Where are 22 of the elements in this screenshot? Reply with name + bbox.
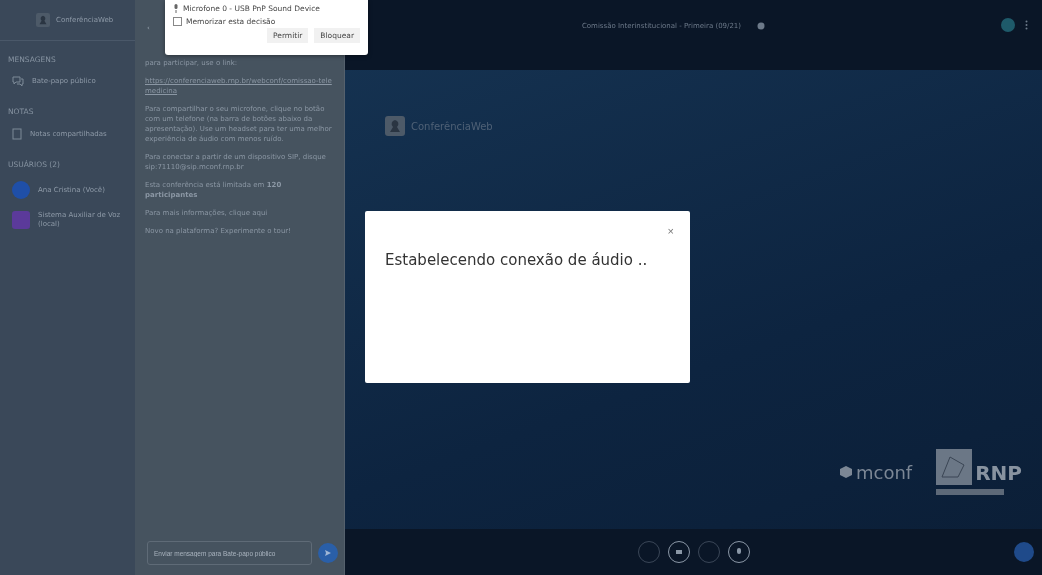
microphone-icon [173, 4, 179, 13]
rnp-logo-text: RNP [975, 461, 1022, 485]
send-icon [324, 549, 332, 557]
logo-icon [385, 116, 405, 136]
presentation-logo-text: ConferênciaWeb [411, 120, 493, 132]
mconf-logo-text: mconf [856, 461, 913, 483]
layout-button[interactable] [1014, 542, 1034, 562]
logo-banner [936, 489, 1005, 495]
send-button[interactable] [318, 543, 338, 563]
note-icon [12, 128, 22, 140]
rnp-logo-icon [936, 449, 973, 485]
microphone-icon [734, 547, 743, 557]
chat-icon [12, 76, 24, 87]
user-avatar[interactable] [1001, 18, 1015, 32]
record-icon [757, 22, 766, 30]
cube-icon [839, 465, 853, 479]
remember-checkbox[interactable] [173, 17, 182, 26]
kebab-menu-icon [1025, 20, 1028, 30]
logo-icon [36, 13, 50, 27]
screen-icon [674, 548, 683, 556]
close-button[interactable]: × [667, 225, 674, 237]
modal-message: Estabelecendo conexão de áudio .. [385, 251, 649, 269]
